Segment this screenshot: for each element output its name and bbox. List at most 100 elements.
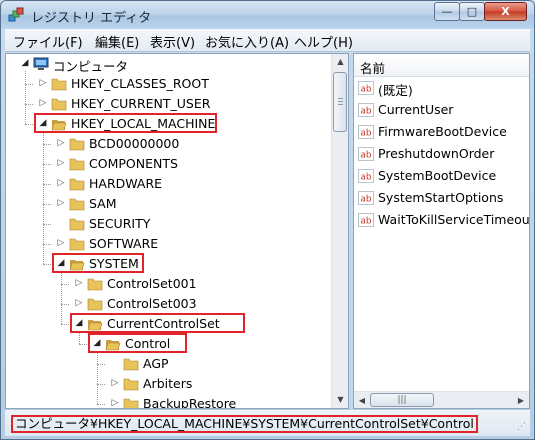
expand-arrow-icon[interactable]: ▷ xyxy=(38,78,48,89)
tree-node-components[interactable]: ▷ COMPONENTS xyxy=(6,155,326,173)
highlight-box xyxy=(88,333,188,353)
folder-icon xyxy=(69,218,85,231)
value-name: SystemBootDevice xyxy=(378,168,497,183)
menu-view[interactable]: 表示(V) xyxy=(150,32,195,51)
tree-node-sam[interactable]: ▷ SAM xyxy=(6,195,326,213)
tree-node-security[interactable]: SECURITY xyxy=(6,215,326,233)
expand-arrow-icon[interactable]: ▷ xyxy=(56,158,66,169)
tree-node-agp[interactable]: AGP xyxy=(6,355,326,373)
expand-arrow-icon[interactable]: ▷ xyxy=(56,138,66,149)
registry-tree-pane[interactable]: ◢ コンピュータ ▷ HKEY_CLASSES_ROOT ▷ HKEY_CURRENT_U… xyxy=(5,53,349,409)
value-name: CurrentUser xyxy=(378,102,454,117)
column-header-label: 名前 xyxy=(360,61,386,76)
minimize-button[interactable]: — xyxy=(434,2,460,21)
string-value-icon: ab xyxy=(358,125,374,139)
expand-arrow-icon[interactable]: ▷ xyxy=(74,278,84,289)
scroll-left-button[interactable]: ◀ xyxy=(354,392,370,408)
tree-node-label: BackupRestore xyxy=(143,396,237,409)
svg-text:ab: ab xyxy=(360,85,372,95)
folder-icon xyxy=(51,98,67,111)
value-name: (既定) xyxy=(378,83,413,98)
tree-node-hardware[interactable]: ▷ HARDWARE xyxy=(6,175,326,193)
menu-edit[interactable]: 編集(E) xyxy=(95,32,139,51)
folder-icon xyxy=(69,178,85,191)
highlight-box xyxy=(70,313,246,333)
tree-node-hkey-current-user[interactable]: ▷ HKEY_CURRENT_USER xyxy=(6,95,326,113)
scroll-thumb[interactable] xyxy=(333,72,347,132)
tree-node-controlset001[interactable]: ▷ ControlSet001 xyxy=(6,275,326,293)
expand-arrow-icon[interactable]: ▷ xyxy=(110,378,120,389)
folder-icon xyxy=(69,158,85,171)
folder-icon xyxy=(123,398,139,408)
tree-node-arbiters[interactable]: ▷ Arbiters xyxy=(6,375,326,393)
scroll-down-button[interactable]: ▼ xyxy=(332,392,348,408)
scroll-right-button[interactable]: ▶ xyxy=(513,392,529,408)
svg-text:ab: ab xyxy=(360,107,372,117)
string-value-icon: ab xyxy=(358,103,374,117)
registry-editor-window: レジストリ エディタ — □ X ファイル(F) 編集(E) 表示(V) お気に… xyxy=(0,0,535,440)
expand-arrow-icon[interactable]: ▷ xyxy=(56,178,66,189)
tree-node-label: ControlSet001 xyxy=(107,276,197,291)
menu-file[interactable]: ファイル(F) xyxy=(13,32,83,51)
scroll-grip-line xyxy=(338,101,343,102)
menu-help[interactable]: ヘルプ(H) xyxy=(294,32,353,51)
maximize-button[interactable]: □ xyxy=(459,2,485,21)
folder-icon xyxy=(87,298,103,311)
menu-bar: ファイル(F) 編集(E) 表示(V) お気に入り(A) ヘルプ(H) xyxy=(5,29,530,52)
highlight-box xyxy=(34,113,217,133)
folder-icon xyxy=(69,198,85,211)
resize-grip-icon[interactable]: ⋰ xyxy=(514,421,526,433)
tree-node-label: SAM xyxy=(89,196,117,211)
tree-node-label: SECURITY xyxy=(89,216,151,231)
expand-arrow-icon[interactable]: ▷ xyxy=(74,298,84,309)
title-bar[interactable]: レジストリ エディタ — □ X xyxy=(1,1,534,29)
expand-arrow-icon[interactable]: ▷ xyxy=(56,198,66,209)
collapse-arrow-icon[interactable]: ◢ xyxy=(20,58,30,69)
tree-node-controlset003[interactable]: ▷ ControlSet003 xyxy=(6,295,326,313)
close-button[interactable]: X xyxy=(484,2,527,21)
column-header-name[interactable]: 名前 xyxy=(354,54,529,77)
svg-text:ab: ab xyxy=(360,173,372,183)
status-bar: コンピュータ¥HKEY_LOCAL_MACHINE¥SYSTEM¥Current… xyxy=(5,410,530,436)
folder-icon xyxy=(123,358,139,371)
highlight-box xyxy=(52,253,144,273)
values-horizontal-scrollbar[interactable]: ◀ ||| ▶ xyxy=(354,391,529,408)
tree-node-bcd00000000[interactable]: ▷ BCD00000000 xyxy=(6,135,326,153)
tree-node-label: HARDWARE xyxy=(89,176,163,191)
expand-arrow-icon[interactable]: ▷ xyxy=(38,98,48,109)
string-value-icon: ab xyxy=(358,81,374,95)
tree-node-computer[interactable]: ◢ コンピュータ xyxy=(6,55,326,74)
expand-arrow-icon[interactable]: ▷ xyxy=(56,238,66,249)
string-value-icon: ab xyxy=(358,213,374,227)
scroll-up-button[interactable]: ▲ xyxy=(332,54,348,70)
tree-node-label: SOFTWARE xyxy=(89,236,159,251)
tree-node-backuprestore[interactable]: ▷ BackupRestore xyxy=(6,395,326,409)
scroll-grip-line xyxy=(338,98,343,99)
registry-editor-icon xyxy=(8,7,24,22)
string-value-icon: ab xyxy=(358,169,374,183)
tree-node-software[interactable]: ▷ SOFTWARE xyxy=(6,235,326,253)
svg-text:ab: ab xyxy=(360,151,372,161)
string-value-icon: ab xyxy=(358,147,374,161)
expand-arrow-icon[interactable]: ▷ xyxy=(110,398,120,408)
value-name: SystemStartOptions xyxy=(378,190,504,205)
folder-icon xyxy=(87,278,103,291)
horizontal-scroll-thumb[interactable]: ||| xyxy=(370,393,434,407)
svg-text:ab: ab xyxy=(360,129,372,139)
value-name: PreshutdownOrder xyxy=(378,146,495,161)
folder-icon xyxy=(123,378,139,391)
tree-node-hkey-classes-root[interactable]: ▷ HKEY_CLASSES_ROOT xyxy=(6,75,326,93)
tree-vertical-scrollbar[interactable]: ▲ ▼ xyxy=(331,54,348,408)
svg-text:ab: ab xyxy=(360,195,372,205)
tree-node-label: COMPONENTS xyxy=(89,156,178,171)
tree-node-label: ControlSet003 xyxy=(107,296,197,311)
tree-node-label: HKEY_CLASSES_ROOT xyxy=(71,76,209,91)
tree-node-label: Arbiters xyxy=(143,376,193,391)
tree-node-label: HKEY_CURRENT_USER xyxy=(71,96,211,111)
string-value-icon: ab xyxy=(358,191,374,205)
svg-text:ab: ab xyxy=(360,217,372,227)
folder-icon xyxy=(51,78,67,91)
scroll-grip-line xyxy=(338,104,343,105)
menu-favorites[interactable]: お気に入り(A) xyxy=(205,32,289,51)
values-list-pane[interactable]: 名前 ab (既定) ab CurrentUser ab FirmwareBootDevi… xyxy=(353,53,530,409)
